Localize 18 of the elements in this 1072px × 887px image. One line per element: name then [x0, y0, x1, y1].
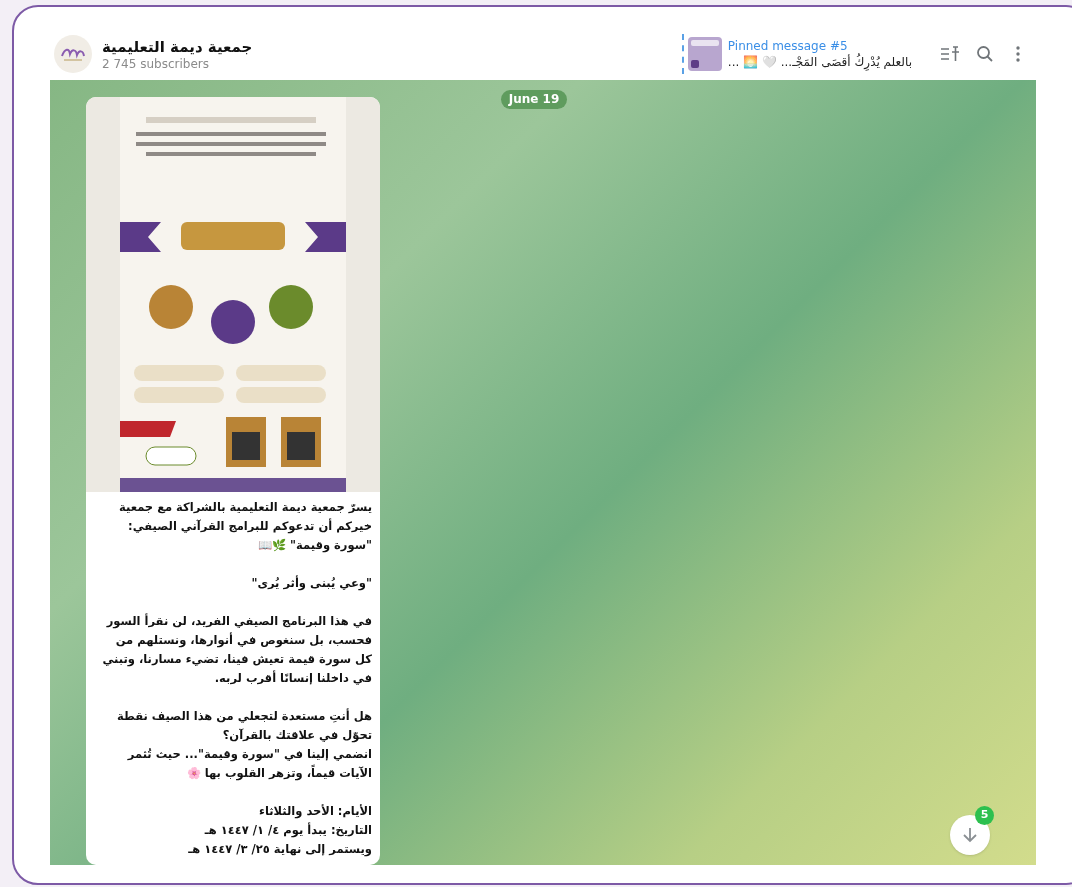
more-menu-icon[interactable] [1016, 46, 1020, 62]
message-paragraph: "وعي يُبنى وأثر يُرى" [250, 574, 372, 593]
down-arrow-icon [963, 827, 977, 843]
pinned-list-icon[interactable] [940, 45, 960, 63]
pinned-title: Pinned message #5 [727, 38, 849, 54]
search-icon[interactable] [976, 45, 994, 63]
message-paragraph: هل أنتِ مستعدة لتجعلي من هذا الصيف نقطة تحوّل في علاقتك بالقرآن؟ انضمي إلينا في "سورة وقيمة"... حيث تُثمر الآيات قيماً، وتزهر القلوب بها 🌸 [115, 707, 372, 783]
pinned-thumbnail [687, 37, 722, 71]
channel-avatar[interactable] [54, 35, 92, 73]
subscriber-count: 2 745 subscribers [102, 56, 210, 72]
channel-name: جمعية ديمة التعليمية [102, 36, 253, 57]
date-pill: June 19 [500, 90, 568, 109]
unread-badge: 5 [975, 806, 994, 825]
pinned-preview: بالعلم يُدْرِكُ أقصَى المَجْـ... 🤍 🌅 ... [727, 54, 912, 70]
message-paragraph: يسرّ جمعية ديمة التعليمية بالشراكة مع جمعية خيركم أن تدعوكم للبرامج القرآني الصيفي: "سورة وقيمة" 🌿📖 [117, 499, 372, 555]
logo-icon [60, 46, 86, 62]
message-paragraph: الأيام: الأحد والثلاثاء التاريخ: يبدأ يوم ٤/ ١/ ١٤٤٧ هـ ويستمر إلى نهاية ٢٥/ ٣/ ١٤٤٧ هـ [187, 803, 372, 859]
message-paragraph: في هذا البرنامج الصيفي الفريد، لن نقرأ السور فحسب، بل سنغوص في أنوارها، ونستلهم من كل سورة قيمة تعيش فينا، تضيء مسارنا، وتبني في داخلنا إنسانًا أقرب لربه. [101, 612, 372, 687]
